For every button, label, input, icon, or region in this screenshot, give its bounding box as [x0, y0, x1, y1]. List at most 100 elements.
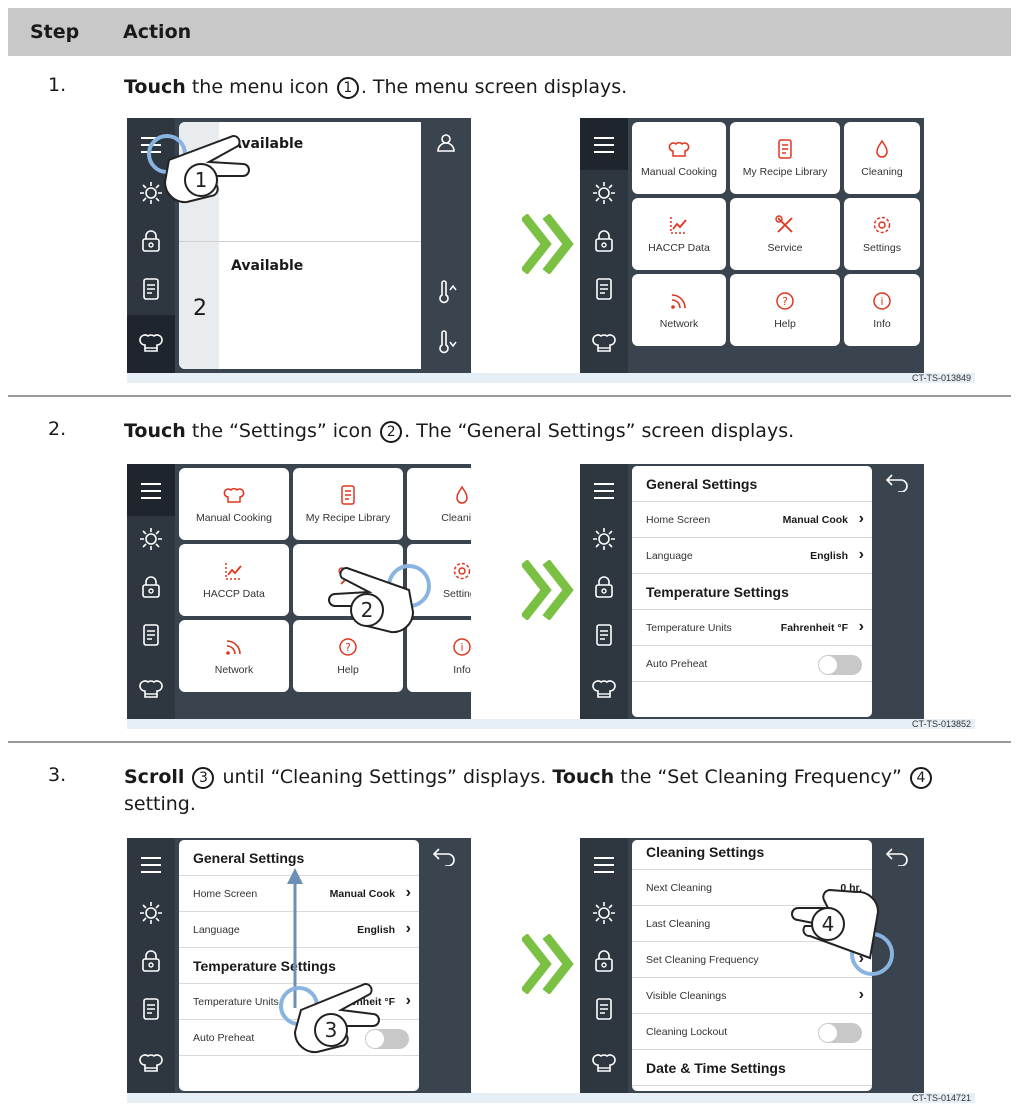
sun-icon[interactable]	[591, 900, 617, 926]
device-general-settings-screen: General Settings Home Screen Manual Cook ›…	[580, 464, 924, 719]
svg-text:1: 1	[195, 168, 208, 192]
tile-cleaning[interactable]: Cleaning	[407, 468, 471, 540]
setting-value: Manual Cook	[782, 514, 848, 526]
recipe-book-icon[interactable]	[591, 996, 617, 1022]
sun-icon[interactable]	[138, 526, 164, 552]
callout-number: 1	[336, 76, 359, 99]
svg-text:3: 3	[325, 1018, 338, 1042]
setting-label: Temperature Units	[646, 622, 732, 634]
step-number: 3.	[48, 764, 67, 786]
step-verb: Touch	[124, 76, 186, 98]
slot2-status[interactable]: Available	[231, 258, 303, 274]
probe-down-icon[interactable]	[435, 330, 457, 358]
step-text-part: . The menu screen displays.	[360, 76, 628, 98]
tile-my-recipe-library[interactable]: My Recipe Library	[730, 122, 840, 194]
figure-background	[127, 1093, 975, 1103]
sidebar	[127, 464, 175, 719]
figure-step-3: General Settings Home Screen Manual Cook ›…	[127, 838, 975, 1103]
recipe-book-icon[interactable]	[138, 276, 164, 302]
auto-preheat-toggle[interactable]	[818, 655, 862, 675]
tile-network[interactable]: Network	[179, 620, 289, 692]
section-temperature-settings: Temperature Settings	[632, 574, 872, 610]
step-instruction: Touch the “Settings” icon 2. The “Genera…	[124, 418, 984, 445]
chef-hat-icon	[668, 141, 690, 157]
menu-icon[interactable]	[138, 852, 164, 878]
back-icon[interactable]	[884, 472, 910, 493]
lock-icon[interactable]	[591, 948, 617, 974]
setting-label: Auto Preheat	[646, 658, 708, 670]
sun-icon[interactable]	[591, 526, 617, 552]
tile-my-recipe-library[interactable]: My Recipe Library	[293, 468, 403, 540]
tile-haccp-data[interactable]: HACCP Data	[632, 198, 726, 270]
chef-hat-icon	[223, 487, 245, 503]
lock-icon[interactable]	[591, 228, 617, 254]
recipe-book-icon[interactable]	[138, 622, 164, 648]
tile-label: Manual Cooking	[641, 166, 717, 178]
lock-icon[interactable]	[138, 948, 164, 974]
device-general-settings-screen: General Settings Home Screen Manual Cook ›…	[127, 838, 471, 1093]
setting-label: Temperature Units	[193, 996, 279, 1008]
chevron-right-icon: ›	[858, 618, 864, 635]
section-title: Cleaning Settings	[646, 844, 765, 860]
setting-home-screen[interactable]: Home Screen Manual Cook ›	[632, 502, 872, 538]
tile-manual-cooking[interactable]: Manual Cooking	[632, 122, 726, 194]
menu-icon[interactable]	[591, 478, 617, 504]
cleaning-lockout-toggle[interactable]	[818, 1023, 862, 1043]
setting-temperature-units[interactable]: Temperature Units Fahrenheit °F ›	[632, 610, 872, 646]
step-verb: Touch	[552, 766, 615, 788]
user-icon[interactable]	[435, 132, 457, 158]
chef-hat-icon[interactable]	[591, 330, 617, 356]
figure-step-2: Manual Cooking My Recipe Library Cleanin…	[127, 464, 975, 729]
tile-settings[interactable]: Settings	[844, 198, 920, 270]
svg-text:2: 2	[361, 598, 374, 622]
probe-up-icon[interactable]	[435, 280, 457, 308]
transition-arrow-icon	[520, 559, 577, 621]
chef-hat-icon[interactable]	[138, 1050, 164, 1076]
tile-info[interactable]: i Info	[844, 274, 920, 346]
row-separator	[8, 741, 1011, 743]
setting-cleaning-lockout: Cleaning Lockout	[632, 1014, 872, 1050]
tile-label: Help	[337, 664, 359, 676]
step-verb: Touch	[124, 420, 186, 442]
setting-language[interactable]: Language English ›	[632, 538, 872, 574]
tile-haccp-data[interactable]: HACCP Data	[179, 544, 289, 616]
recipe-book-icon[interactable]	[591, 276, 617, 302]
section-title: General Settings	[646, 476, 758, 492]
menu-icon[interactable]	[138, 478, 164, 504]
svg-text:4: 4	[822, 912, 835, 936]
lock-icon[interactable]	[591, 574, 617, 600]
back-icon[interactable]	[431, 846, 457, 867]
tile-help[interactable]: ? Help	[730, 274, 840, 346]
tile-service[interactable]: Service	[730, 198, 840, 270]
right-bar	[421, 118, 471, 373]
figure-background	[127, 719, 975, 729]
sidebar	[580, 118, 628, 373]
setting-label: Home Screen	[646, 514, 711, 526]
lock-icon[interactable]	[138, 228, 164, 254]
chef-hat-icon[interactable]	[138, 676, 164, 702]
recipe-book-icon	[778, 139, 792, 159]
chef-hat-icon[interactable]	[591, 1050, 617, 1076]
recipe-book-icon[interactable]	[591, 622, 617, 648]
sun-icon[interactable]	[138, 900, 164, 926]
menu-icon[interactable]	[591, 132, 617, 158]
menu-icon[interactable]	[591, 852, 617, 878]
setting-label: Language	[193, 924, 240, 936]
tile-label: Service	[767, 242, 803, 254]
setting-label: Set Cleaning Frequency	[646, 954, 759, 966]
back-icon[interactable]	[884, 846, 910, 867]
recipe-book-icon[interactable]	[138, 996, 164, 1022]
lock-icon[interactable]	[138, 574, 164, 600]
svg-text:i: i	[460, 641, 463, 654]
step-instruction: Touch the menu icon 1. The menu screen d…	[124, 74, 984, 101]
gear-icon	[873, 216, 891, 234]
tile-network[interactable]: Network	[632, 274, 726, 346]
chef-hat-icon[interactable]	[138, 330, 164, 356]
sun-icon[interactable]	[591, 180, 617, 206]
setting-value: English	[810, 550, 848, 562]
chef-hat-icon[interactable]	[591, 676, 617, 702]
callout-number: 2	[380, 420, 403, 443]
tile-cleaning[interactable]: Cleaning	[844, 122, 920, 194]
wifi-icon	[671, 294, 686, 309]
tile-manual-cooking[interactable]: Manual Cooking	[179, 468, 289, 540]
